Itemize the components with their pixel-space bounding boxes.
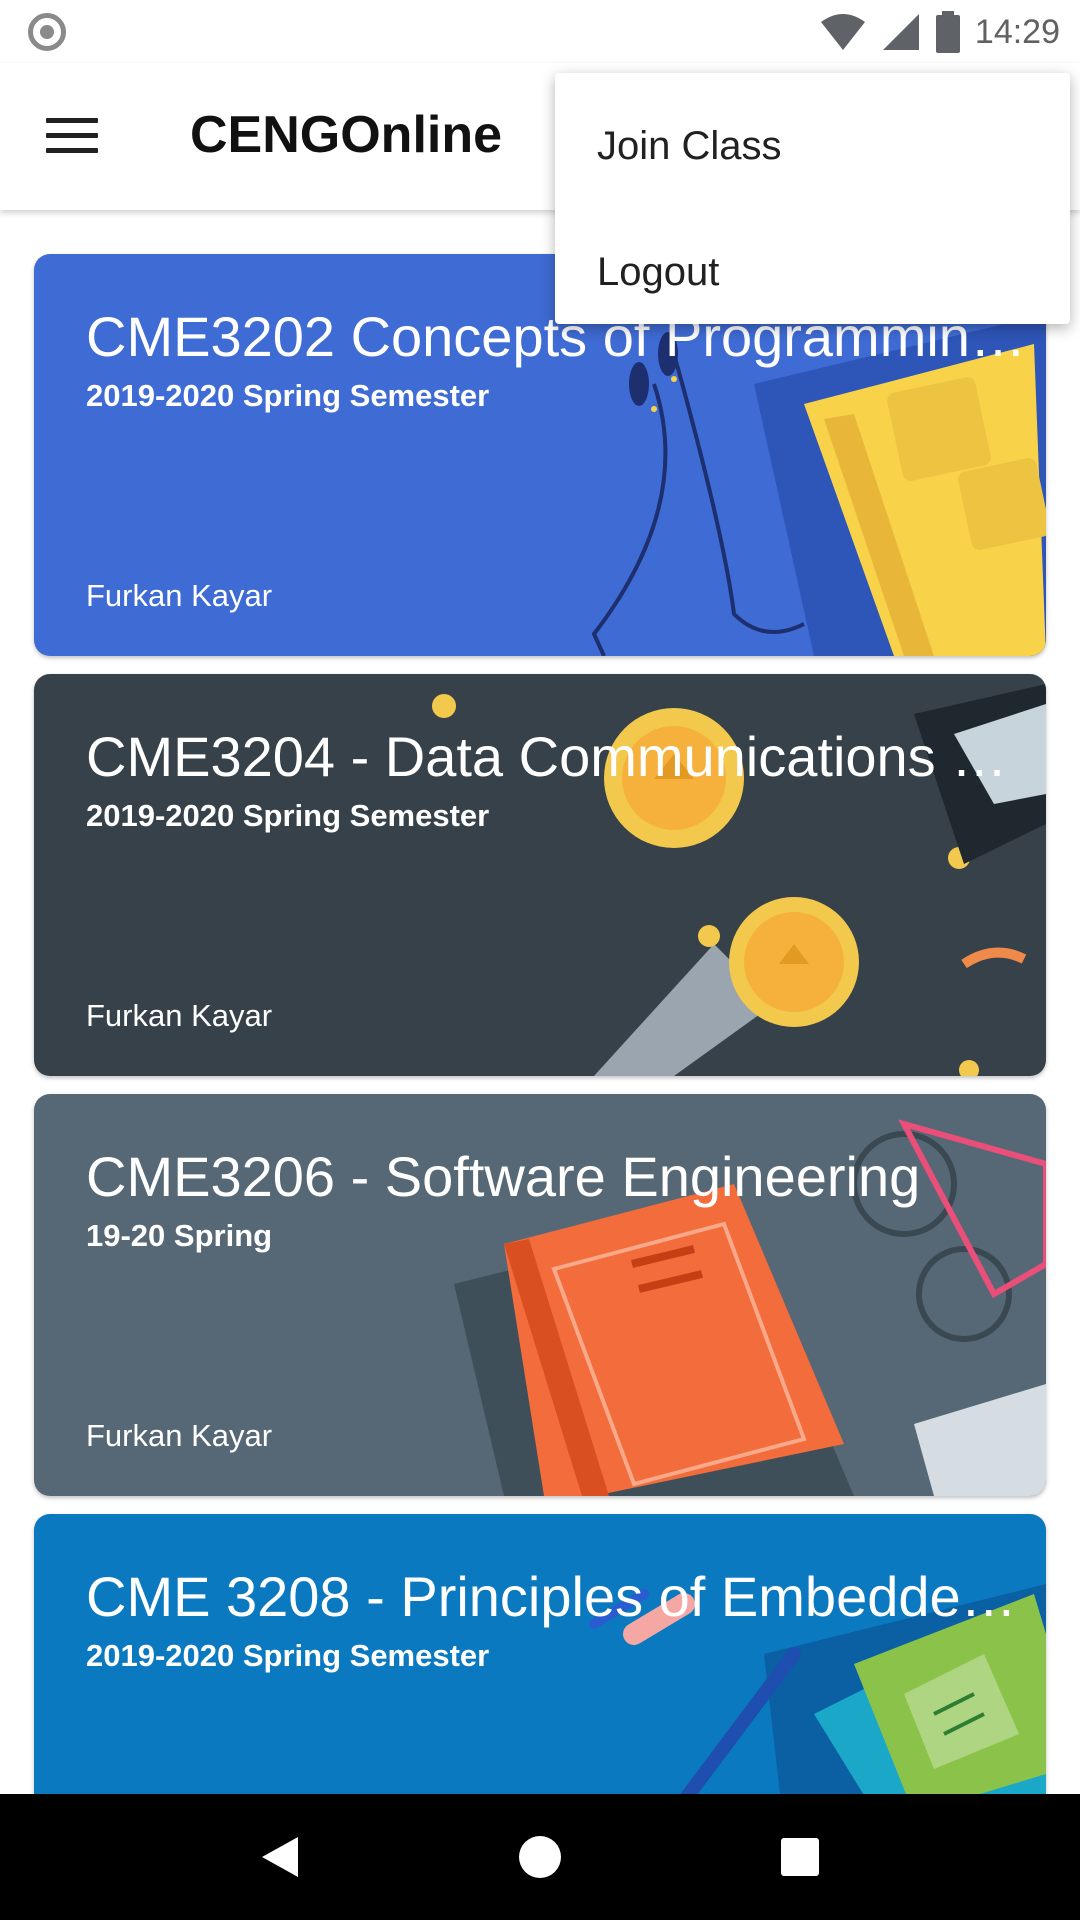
wifi-icon <box>820 14 865 50</box>
course-semester: 2019-2020 Spring Semester <box>86 798 490 833</box>
course-semester: 19-20 Spring <box>86 1218 273 1253</box>
battery-icon <box>935 11 960 53</box>
course-title: CME3206 - Software Engineering <box>86 1145 921 1208</box>
hamburger-menu-button[interactable] <box>34 103 110 169</box>
system-nav-bar <box>0 1794 1080 1920</box>
course-title: CME3204 - Data Communications a… <box>86 725 1026 788</box>
course-card[interactable]: CME3206 - Software Engineering 19-20 Spr… <box>34 1094 1046 1496</box>
app-title: CENGOnline <box>190 106 503 164</box>
menu-item-logout[interactable]: Logout <box>555 209 1070 335</box>
menu-item-join-class[interactable]: Join Class <box>555 83 1070 209</box>
notification-dot-icon <box>28 13 66 51</box>
status-icons: 14:29 <box>819 8 1060 56</box>
course-title: CME 3208 - Principles of Embedde… <box>86 1565 1017 1628</box>
course-teacher: Furkan Kayar <box>86 578 273 613</box>
hamburger-menu-icon <box>46 118 98 154</box>
signal-icon <box>882 14 919 50</box>
overflow-menu: Join Class Logout <box>555 73 1070 324</box>
course-semester: 2019-2020 Spring Semester <box>86 378 490 413</box>
recents-icon <box>781 1838 819 1876</box>
course-list: CME3202 Concepts of Programmin… 2019-202… <box>34 254 1046 1920</box>
course-teacher: Furkan Kayar <box>86 998 273 1033</box>
status-time: 14:29 <box>974 12 1060 51</box>
recents-button[interactable] <box>740 1807 860 1907</box>
course-card[interactable]: CME3204 - Data Communications a… 2019-20… <box>34 674 1046 1076</box>
course-teacher: Furkan Kayar <box>86 1418 273 1453</box>
course-semester: 2019-2020 Spring Semester <box>86 1638 490 1673</box>
home-icon <box>519 1836 561 1878</box>
back-icon <box>262 1837 298 1877</box>
screen: 14:29 CENGOnline CME3202 Concepts of Pro… <box>0 0 1080 1920</box>
status-bar: 14:29 <box>0 0 1080 63</box>
back-button[interactable] <box>220 1807 340 1907</box>
home-button[interactable] <box>480 1807 600 1907</box>
